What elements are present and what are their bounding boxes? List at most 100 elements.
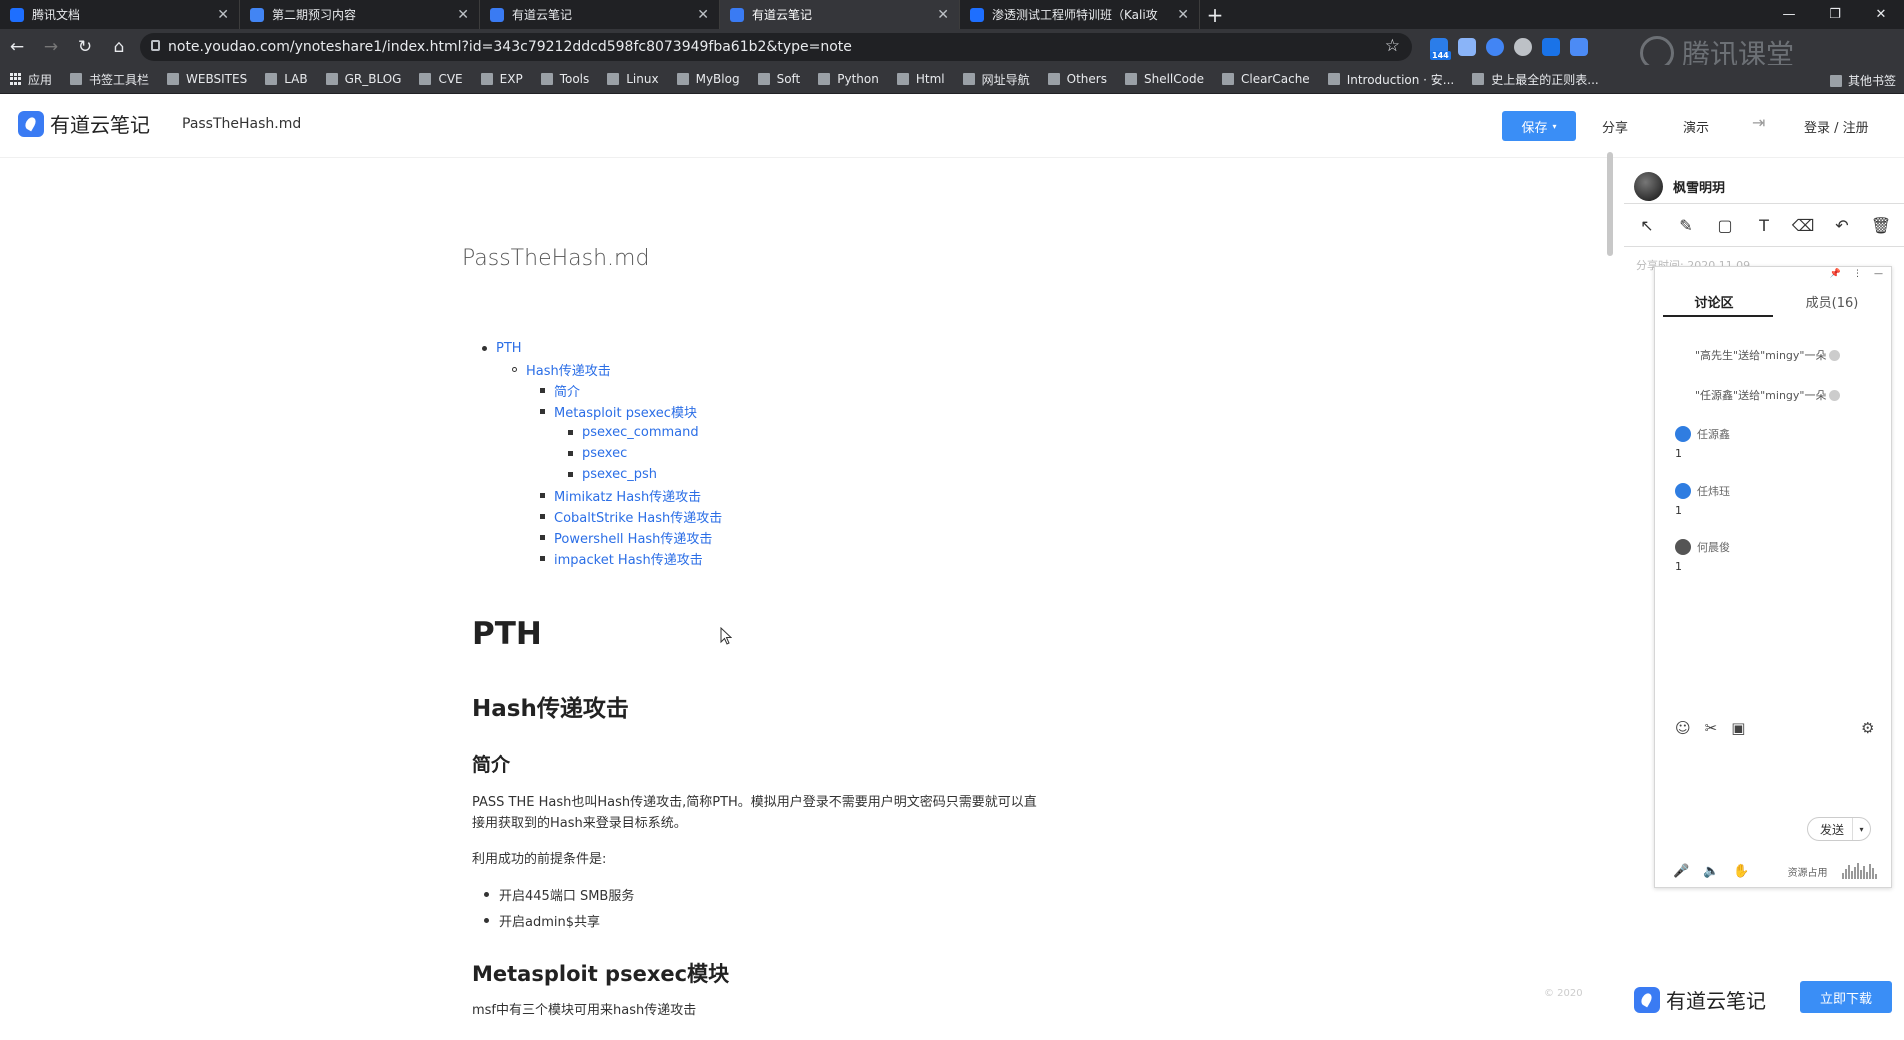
forward-icon[interactable]: → — [34, 30, 68, 64]
bookmark-item[interactable]: Others — [1047, 72, 1107, 86]
settings-icon[interactable]: ⚙ — [1861, 719, 1874, 737]
folder-icon — [480, 73, 493, 85]
microphone-icon[interactable]: 🎤 — [1673, 864, 1689, 879]
youdao-logo[interactable]: 有道云笔记 — [18, 109, 150, 138]
bookmark-item[interactable]: EXP — [480, 72, 523, 86]
bookmark-item[interactable]: ClearCache — [1221, 72, 1310, 86]
close-window-button[interactable]: ✕ — [1858, 0, 1904, 29]
speaker-icon[interactable]: 🔈 — [1703, 864, 1719, 879]
bookmark-item[interactable]: Tools — [540, 72, 589, 86]
bookmark-item[interactable]: 书签工具栏 — [70, 71, 149, 88]
bookmark-label: WEBSITES — [186, 72, 248, 86]
extension-icon[interactable] — [1570, 38, 1588, 56]
toc-item[interactable]: Powershell Hash传递攻击 — [470, 527, 722, 548]
maximize-button[interactable]: ❐ — [1812, 0, 1858, 29]
address-bar[interactable]: note.youdao.com/ynoteshare1/index.html?i… — [140, 33, 1412, 61]
toc-item[interactable]: Hash传递攻击 — [470, 359, 722, 380]
download-now-button[interactable]: 立即下载 — [1800, 981, 1892, 1013]
chevron-down-icon[interactable]: ▾ — [1852, 818, 1870, 840]
bookmark-item[interactable]: 应用 — [10, 71, 52, 88]
browser-tab[interactable]: 第二期预习内容 ✕ — [240, 0, 480, 29]
extension-icon[interactable] — [1542, 38, 1560, 56]
scissors-icon[interactable]: ✂ — [1705, 719, 1718, 737]
toc-link[interactable]: 简介 — [554, 381, 580, 400]
toc-link[interactable]: psexec — [582, 446, 627, 461]
toc-link[interactable]: CobaltStrike Hash传递攻击 — [554, 507, 722, 526]
new-tab-button[interactable]: + — [1200, 0, 1230, 29]
send-button[interactable]: 发送 ▾ — [1807, 817, 1871, 841]
hand-raise-icon[interactable]: ✋ — [1733, 864, 1749, 879]
extension-icon[interactable] — [1486, 38, 1504, 56]
toc-item[interactable]: PTH — [470, 338, 722, 359]
toc-item[interactable]: CobaltStrike Hash传递攻击 — [470, 506, 722, 527]
close-tab-icon[interactable]: ✕ — [457, 7, 469, 23]
toc-link[interactable]: Powershell Hash传递攻击 — [554, 528, 712, 547]
eraser-tool-icon[interactable]: ⌫ — [1792, 214, 1815, 236]
bookmark-item[interactable]: 网址导航 — [962, 71, 1030, 88]
bookmark-label: MyBlog — [695, 72, 740, 86]
undo-icon[interactable]: ↶ — [1831, 214, 1853, 236]
minimize-icon[interactable]: — — [1874, 269, 1883, 279]
close-tab-icon[interactable]: ✕ — [937, 7, 949, 23]
toc-item[interactable]: 简介 — [470, 380, 722, 401]
browser-tab[interactable]: 渗透测试工程师特训班（Kali攻 ✕ — [960, 0, 1200, 29]
save-button[interactable]: 保存 ▾ — [1502, 111, 1576, 141]
extension-icon[interactable] — [1514, 38, 1532, 56]
toc-item[interactable]: Metasploit psexec模块 — [470, 401, 722, 422]
bookmark-item[interactable]: Html — [896, 72, 945, 86]
toc-link[interactable]: Mimikatz Hash传递攻击 — [554, 486, 701, 505]
toc-link[interactable]: impacket Hash传递攻击 — [554, 549, 703, 568]
bookmark-item[interactable]: GR_BLOG — [325, 72, 401, 86]
toc-link[interactable]: psexec_command — [582, 425, 699, 440]
footer-logo[interactable]: 有道云笔记 — [1634, 985, 1766, 1014]
minimize-button[interactable]: — — [1766, 0, 1812, 29]
close-tab-icon[interactable]: ✕ — [217, 7, 229, 23]
close-tab-icon[interactable]: ✕ — [1177, 7, 1189, 23]
other-bookmarks[interactable]: 其他书签 — [1829, 72, 1896, 89]
tab-members[interactable]: 成员(16) — [1773, 281, 1891, 321]
home-icon[interactable]: ⌂ — [102, 30, 136, 64]
bookmark-item[interactable]: Python — [818, 72, 879, 86]
bookmark-item[interactable]: Soft — [757, 72, 800, 86]
toc-item[interactable]: psexec — [470, 443, 722, 464]
browser-tab[interactable]: 有道云笔记 ✕ — [480, 0, 720, 29]
text-tool-icon[interactable]: T — [1753, 214, 1775, 236]
toc-link[interactable]: Metasploit psexec模块 — [554, 402, 697, 421]
pen-tool-icon[interactable]: ✎ — [1675, 214, 1697, 236]
present-button[interactable]: 演示 — [1683, 117, 1709, 136]
bookmark-item[interactable]: ShellCode — [1124, 72, 1204, 86]
bookmark-item[interactable]: 史上最全的正则表... — [1472, 71, 1599, 88]
reload-icon[interactable]: ↻ — [68, 30, 102, 64]
bookmark-item[interactable]: LAB — [265, 72, 308, 86]
browser-tab[interactable]: 腾讯文档 ✕ — [0, 0, 240, 29]
toc-item[interactable]: impacket Hash传递攻击 — [470, 548, 722, 569]
bookmark-item[interactable]: CVE — [419, 72, 463, 86]
toc-link[interactable]: Hash传递攻击 — [526, 360, 611, 379]
collapse-icon[interactable]: ⇥ — [1752, 113, 1765, 132]
close-tab-icon[interactable]: ✕ — [697, 7, 709, 23]
bookmark-item[interactable]: Introduction · 安... — [1327, 71, 1454, 88]
image-icon[interactable]: ▣ — [1731, 719, 1745, 737]
more-icon[interactable]: ⋮ — [1853, 269, 1862, 279]
share-button[interactable]: 分享 — [1602, 117, 1628, 136]
browser-tab[interactable]: 有道云笔记 ✕ — [720, 0, 960, 29]
emoji-icon[interactable]: ☺ — [1675, 719, 1691, 737]
bookmark-item[interactable]: MyBlog — [676, 72, 740, 86]
vertical-scrollbar[interactable] — [1607, 152, 1613, 256]
toc-item[interactable]: psexec_psh — [470, 464, 722, 485]
toc-item[interactable]: Mimikatz Hash传递攻击 — [470, 485, 722, 506]
toc-link[interactable]: psexec_psh — [582, 467, 657, 482]
bookmark-item[interactable]: WEBSITES — [167, 72, 247, 86]
toc-item[interactable]: psexec_command — [470, 422, 722, 443]
trash-icon[interactable]: 🗑 — [1870, 214, 1892, 236]
rectangle-tool-icon[interactable]: ▢ — [1714, 214, 1736, 236]
pointer-tool-icon[interactable]: ↖ — [1636, 214, 1658, 236]
pin-icon[interactable]: 📌 — [1830, 269, 1841, 279]
toc-link[interactable]: PTH — [496, 341, 522, 356]
extension-icon[interactable]: 144 — [1430, 38, 1451, 60]
bookmark-item[interactable]: Linux — [607, 72, 659, 86]
extension-icon[interactable] — [1458, 38, 1476, 56]
login-button[interactable]: 登录 / 注册 — [1804, 117, 1869, 136]
back-icon[interactable]: ← — [0, 30, 34, 64]
bookmark-star-icon[interactable]: ☆ — [1385, 36, 1400, 56]
